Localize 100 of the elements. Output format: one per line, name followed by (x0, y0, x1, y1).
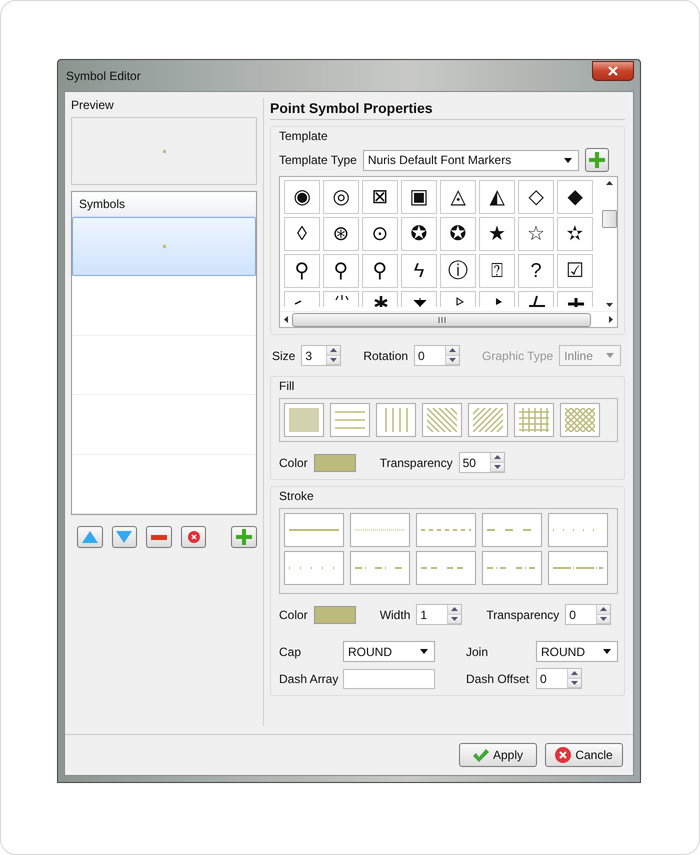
fill-pattern-button[interactable] (468, 403, 508, 437)
symbol-cell[interactable]: ☆ (518, 217, 554, 251)
symbol-cell[interactable]: ⚲ (323, 254, 359, 288)
symbol-cell[interactable]: ⊙ (362, 217, 398, 251)
line-style-icon (553, 566, 603, 570)
cancel-button[interactable]: Cancle (545, 743, 623, 767)
symbol-cell[interactable]: ⚲ (362, 254, 398, 288)
symbol-cell[interactable]: ☑ (557, 254, 593, 288)
field-label: Size (272, 348, 296, 362)
rotation-spinner[interactable]: 0 (414, 345, 460, 366)
scroll-up-icon[interactable] (606, 181, 612, 185)
field-label: Dash Offset (466, 672, 530, 686)
field-label: Transparency (380, 456, 453, 470)
symbol-cell[interactable]: ◊ (284, 217, 320, 251)
transparency-spinner[interactable]: 0 (565, 604, 612, 625)
scroll-thumb[interactable] (292, 312, 591, 326)
scroll-right-icon[interactable] (609, 316, 613, 323)
group-legend: Stroke (279, 489, 314, 503)
down-arrow-icon (116, 531, 132, 543)
symbol-cell[interactable]: ⊠ (362, 180, 398, 214)
symbol-cell[interactable]: ? (518, 254, 554, 288)
checkmark-icon (472, 748, 489, 762)
symbol-cell[interactable]: ⓘ (440, 254, 476, 288)
line-style-button[interactable] (284, 513, 344, 547)
fill-pattern-button[interactable] (514, 403, 554, 437)
line-style-button[interactable] (416, 551, 476, 585)
line-style-button[interactable] (482, 513, 542, 547)
caret-icon (606, 353, 614, 358)
symbol-cell[interactable]: ✪ (401, 217, 437, 251)
scroll-left-icon[interactable] (284, 316, 288, 323)
horizontal-scrollbar[interactable] (280, 311, 617, 327)
field-label: Transparency (486, 608, 560, 622)
symbol-cell[interactable]: ✫ (557, 217, 593, 251)
cap-dropdown[interactable]: ROUND (343, 641, 435, 662)
field-label: Template Type (279, 153, 357, 167)
dash-array-field[interactable] (343, 668, 435, 688)
symbol-cell[interactable]: ◬ (440, 180, 476, 214)
transparency-spinner[interactable]: 50 (458, 452, 505, 473)
field-label: Dash Array (279, 672, 340, 686)
color-swatch[interactable] (314, 454, 356, 472)
symbol-cell[interactable]: ◭ (479, 180, 515, 214)
line-style-button[interactable] (548, 513, 608, 547)
field-label: Cap (279, 644, 302, 658)
section-title: Point Symbol Properties (270, 98, 625, 120)
scroll-down-icon[interactable] (606, 303, 612, 307)
close-button[interactable] (592, 60, 634, 80)
caret-icon (420, 649, 428, 654)
line-style-button[interactable] (416, 513, 476, 547)
symbol-list-item[interactable] (72, 216, 256, 276)
symbol-cell[interactable]: ◇ (518, 180, 554, 214)
symbol-cell[interactable]: ★ (479, 217, 515, 251)
line-style-icon (355, 528, 405, 532)
grip-icon (438, 316, 446, 322)
width-spinner[interactable]: 1 (416, 604, 462, 625)
minus-icon (150, 534, 167, 540)
fill-pattern-button[interactable] (376, 403, 416, 437)
symbol-cell[interactable]: ⚲ (284, 254, 320, 288)
plus-icon (588, 152, 605, 168)
line-style-button[interactable] (284, 551, 344, 585)
field-label: Join (466, 644, 490, 658)
size-spinner[interactable]: 3 (301, 345, 342, 366)
fill-pattern-button[interactable] (330, 403, 370, 437)
symbol-cell[interactable]: ⊛ (323, 217, 359, 251)
up-arrow-icon (82, 531, 98, 543)
add-button[interactable] (584, 148, 609, 172)
fill-pattern-button[interactable] (284, 403, 324, 437)
fill-pattern-button[interactable] (422, 403, 462, 437)
template-type-dropdown[interactable]: Nuris Default Font Markers (362, 150, 579, 170)
preview-label: Preview (71, 98, 115, 112)
dash-offset-spinner[interactable]: 0 (536, 668, 582, 689)
line-style-button[interactable] (482, 551, 542, 585)
solid-pattern-icon (289, 408, 319, 432)
line-style-button[interactable] (350, 551, 410, 585)
add-button[interactable] (231, 526, 257, 548)
caret-icon (603, 649, 611, 654)
line-style-button[interactable] (548, 551, 608, 585)
field-label: Graphic Type (482, 348, 554, 362)
symbol-cell[interactable]: ✪ (440, 217, 476, 251)
fill-pattern-button[interactable] (560, 403, 600, 437)
field-label: Color (279, 608, 308, 622)
grid-pattern-icon (519, 408, 549, 432)
symbol-cell[interactable]: ◎ (323, 180, 359, 214)
line-style-button[interactable] (350, 513, 410, 547)
scroll-thumb[interactable] (602, 210, 616, 228)
clear-button[interactable] (180, 526, 206, 548)
group-legend: Template (279, 129, 328, 143)
symbol-cell[interactable]: ◉ (284, 180, 320, 214)
join-dropdown[interactable]: ROUND (536, 641, 618, 662)
symbol-cell[interactable]: ⍰ (479, 254, 515, 288)
symbol-cell[interactable]: ▣ (401, 180, 437, 214)
field-label: Rotation (363, 348, 408, 362)
color-swatch[interactable] (314, 606, 356, 624)
up-button[interactable] (77, 526, 103, 548)
window-title: Symbol Editor (66, 68, 141, 82)
apply-button[interactable]: Apply (459, 743, 537, 767)
remove-button[interactable] (146, 526, 172, 548)
group-legend: Fill (279, 379, 294, 393)
down-button[interactable] (112, 526, 138, 548)
symbol-cell[interactable]: ◆ (557, 180, 593, 214)
symbol-cell[interactable]: ϟ (401, 254, 437, 288)
